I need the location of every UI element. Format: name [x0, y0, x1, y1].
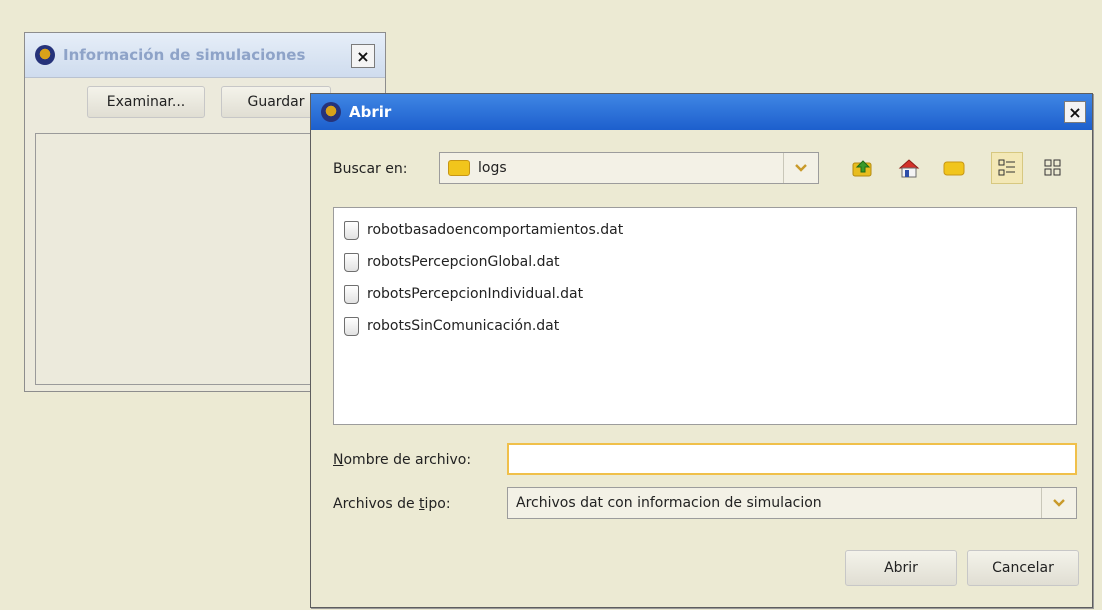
file-icon — [344, 252, 359, 272]
chevron-down-icon[interactable] — [1041, 488, 1076, 518]
folder-icon — [448, 160, 470, 176]
file-list[interactable]: robotbasadoencomportamientos.dat robotsP… — [333, 207, 1077, 425]
file-name: robotbasadoencomportamientos.dat — [367, 222, 624, 238]
file-type-value: Archivos dat con informacion de simulaci… — [516, 495, 822, 511]
file-item[interactable]: robotsPercepcionGlobal.dat — [334, 246, 1076, 278]
home-icon[interactable] — [893, 152, 925, 184]
close-icon[interactable]: × — [351, 44, 375, 68]
file-item[interactable]: robotsSinComunicación.dat — [334, 310, 1076, 342]
open-file-dialog: Abrir × Buscar en: logs robotbasadoencom… — [310, 93, 1093, 608]
details-view-icon[interactable] — [1037, 152, 1069, 184]
cancel-button[interactable]: Cancelar — [967, 550, 1079, 586]
file-name-label-text: ombre de archivo: — [343, 452, 472, 468]
file-item[interactable]: robotsPercepcionIndividual.dat — [334, 278, 1076, 310]
file-type-label-pre: Archivos de — [333, 496, 420, 512]
file-item[interactable]: robotbasadoencomportamientos.dat — [334, 214, 1076, 246]
file-name-input[interactable] — [507, 443, 1077, 475]
up-one-level-icon[interactable] — [847, 152, 879, 184]
file-type-label: Archivos de tipo: — [333, 496, 451, 512]
dialog-titlebar[interactable]: Abrir — [311, 94, 1092, 130]
look-in-value: logs — [478, 160, 507, 176]
open-button[interactable]: Abrir — [845, 550, 957, 586]
app-icon — [35, 45, 55, 65]
window-title: Información de simulaciones — [63, 46, 306, 64]
app-icon — [321, 102, 341, 122]
close-icon[interactable]: × — [1064, 101, 1086, 123]
file-type-select[interactable]: Archivos dat con informacion de simulaci… — [507, 487, 1077, 519]
file-name-mnemonic: N — [333, 452, 344, 468]
file-type-label-post: ipo: — [424, 496, 451, 512]
file-name: robotsSinComunicación.dat — [367, 318, 560, 334]
file-icon — [344, 284, 359, 304]
file-name: robotsPercepcionIndividual.dat — [367, 286, 584, 302]
dialog-title: Abrir — [349, 103, 392, 121]
file-icon — [344, 220, 359, 240]
simulation-info-titlebar[interactable]: Información de simulaciones — [25, 33, 385, 78]
file-name-label: Nombre de archivo: — [333, 452, 471, 468]
examinar-button[interactable]: Examinar... — [87, 86, 205, 118]
file-icon — [344, 316, 359, 336]
list-view-icon[interactable] — [991, 152, 1023, 184]
look-in-select[interactable]: logs — [439, 152, 819, 184]
look-in-label: Buscar en: — [333, 161, 408, 177]
chevron-down-icon[interactable] — [783, 153, 818, 183]
new-folder-icon[interactable] — [938, 152, 970, 184]
file-name: robotsPercepcionGlobal.dat — [367, 254, 560, 270]
